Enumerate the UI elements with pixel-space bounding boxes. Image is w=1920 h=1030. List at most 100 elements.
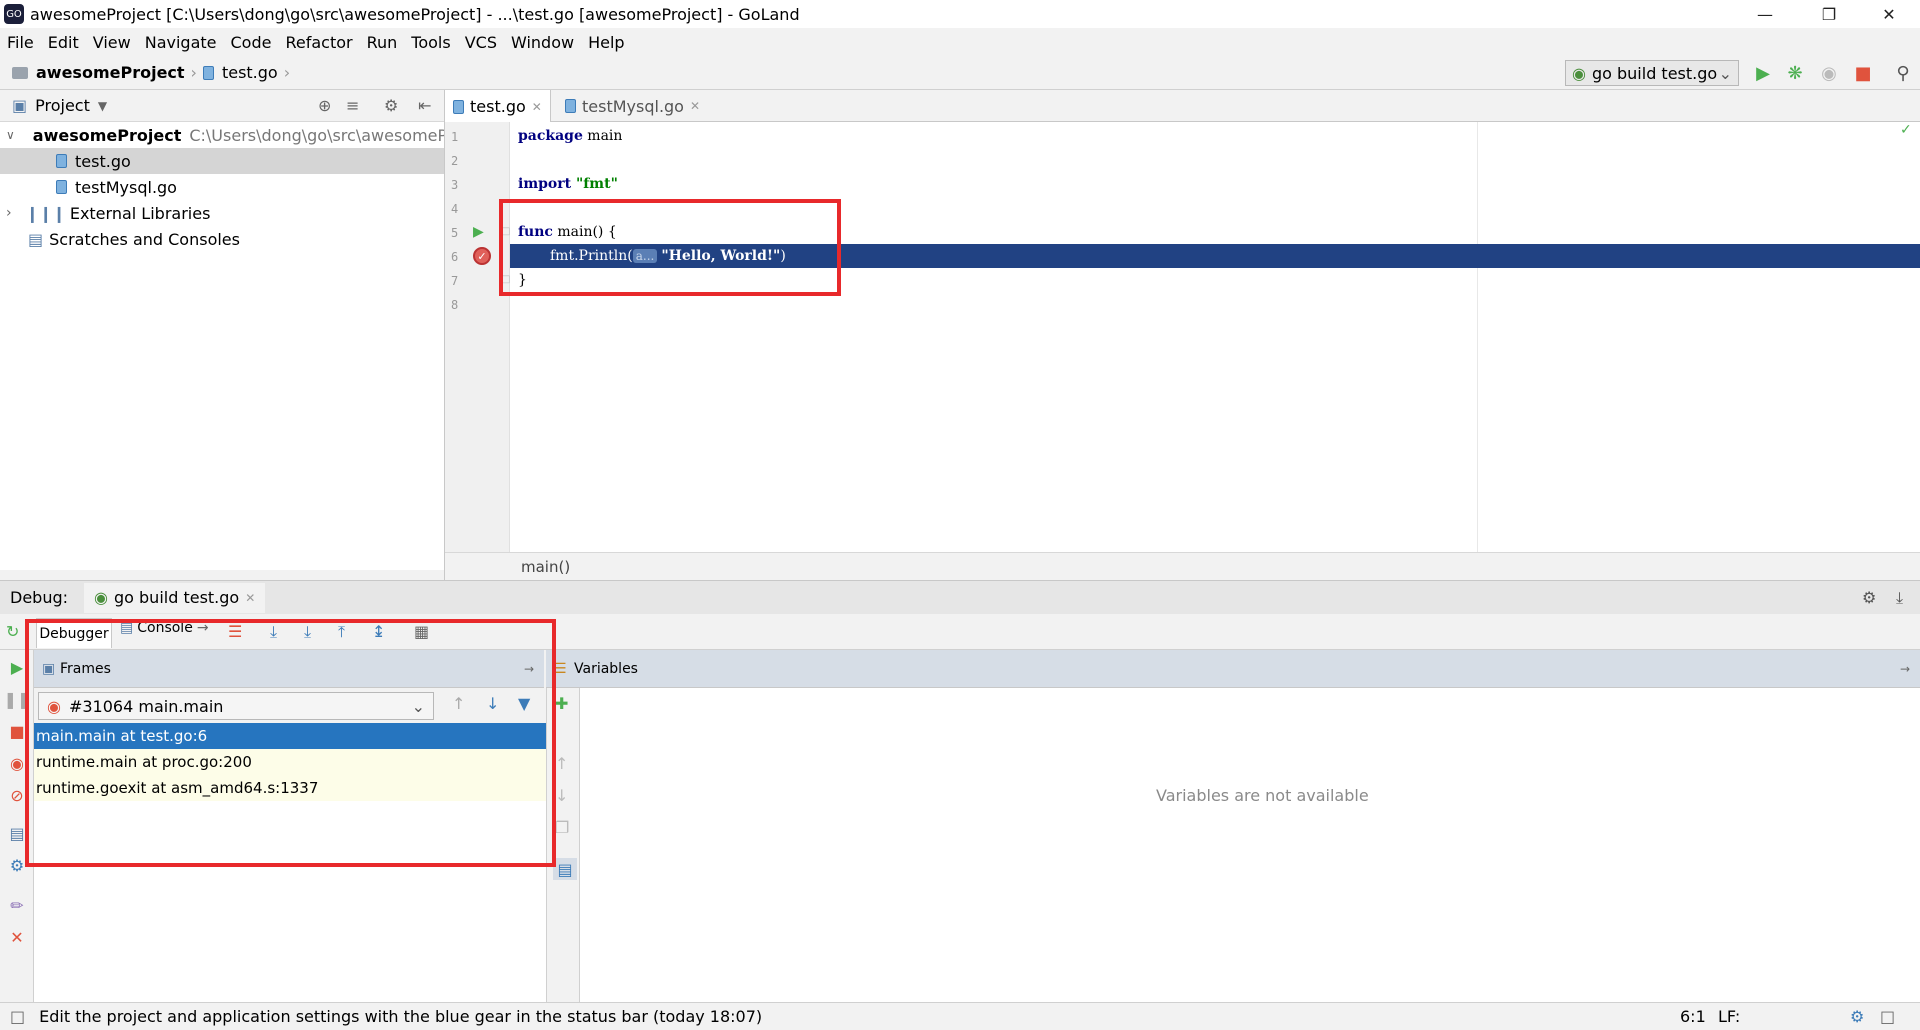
line-number: 8 — [451, 298, 459, 312]
watches-toggle-icon[interactable]: ▤ — [553, 858, 577, 880]
nav-file[interactable]: test.go — [222, 63, 278, 82]
search-icon[interactable]: ⚲ — [1892, 62, 1914, 84]
keyword: package — [518, 128, 583, 144]
nav-separator-icon: › — [190, 63, 197, 82]
tree-external-libraries[interactable]: › ❙❙❙ External Libraries — [0, 200, 444, 226]
debug-session-tab[interactable]: ◉ go build test.go ✕ — [84, 582, 266, 613]
line-separator[interactable]: LF: — [1718, 1007, 1740, 1026]
gear-icon[interactable]: ⚙ — [384, 96, 398, 115]
close-icon[interactable]: ✕ — [532, 100, 542, 114]
chevron-down-icon[interactable]: ▼ — [98, 99, 107, 113]
code-line: package main — [518, 128, 622, 144]
tab-label: testMysql.go — [582, 96, 684, 116]
coverage-icon[interactable]: ◉ — [1818, 62, 1840, 84]
tab-test-go[interactable]: test.go ✕ — [445, 90, 551, 123]
go-file-icon — [565, 99, 576, 113]
copy-icon[interactable]: ❐ — [555, 818, 569, 837]
menu-help[interactable]: Help — [581, 33, 631, 52]
gear-icon[interactable]: ⚙ — [1862, 588, 1876, 607]
menu-file[interactable]: File — [0, 33, 41, 52]
window-title: awesomeProject [C:\Users\dong\go\src\awe… — [30, 4, 800, 24]
menu-refactor[interactable]: Refactor — [278, 33, 359, 52]
move-down-icon[interactable]: ↓ — [555, 786, 568, 805]
project-panel-header: ▣ Project ▼ ⊕ ≡ ⚙ ⇤ — [0, 90, 444, 122]
run-icon[interactable]: ▶ — [1752, 62, 1774, 84]
menu-run[interactable]: Run — [360, 33, 405, 52]
menu-window[interactable]: Window — [504, 33, 581, 52]
menu-view[interactable]: View — [86, 33, 138, 52]
tree-scratches-label: Scratches and Consoles — [49, 229, 240, 249]
close-icon[interactable]: ✕ — [690, 99, 700, 113]
variables-empty-message: Variables are not available — [1156, 786, 1369, 805]
editor-tabs: test.go ✕ testMysql.go ✕ — [445, 90, 1920, 123]
new-watch-icon[interactable]: ✚ — [555, 694, 568, 713]
hide-icon[interactable]: ⇤ — [418, 96, 431, 115]
menu-vcs[interactable]: VCS — [458, 33, 504, 52]
minimize-button[interactable]: — — [1742, 0, 1788, 28]
tree-root[interactable]: ∨ awesomeProject C:\Users\dong\go\src\aw… — [0, 122, 444, 148]
annotation-box-frames — [25, 619, 556, 867]
status-message: Edit the project and application setting… — [39, 1007, 763, 1026]
tab-label: test.go — [470, 97, 526, 116]
go-file-icon — [56, 180, 67, 194]
debug-icon[interactable]: ❋ — [1784, 62, 1806, 84]
caret-position[interactable]: 6:1 — [1680, 1007, 1706, 1026]
tab-testmysql-go[interactable]: testMysql.go ✕ — [557, 90, 708, 122]
close-window-button[interactable]: ✕ — [1866, 0, 1912, 28]
menu-code[interactable]: Code — [224, 33, 279, 52]
code-text: main — [582, 128, 623, 144]
project-tree: ∨ awesomeProject C:\Users\dong\go\src\aw… — [0, 122, 444, 570]
line-number: 3 — [451, 178, 459, 192]
rerun-icon[interactable]: ↻ — [6, 622, 19, 641]
variables-title: Variables — [574, 660, 638, 677]
pin-icon[interactable]: → — [1900, 662, 1910, 676]
tree-file-testmysql[interactable]: testMysql.go — [0, 174, 444, 200]
root-name: awesomeProject — [32, 125, 182, 145]
root-path: C:\Users\dong\go\src\awesomeProj — [189, 125, 444, 145]
chevron-down-icon: ⌄ — [1718, 63, 1732, 83]
scratches-icon: ▤ — [28, 229, 44, 249]
restore-button[interactable]: ❐ — [1806, 0, 1852, 28]
locate-icon[interactable]: ⊕ — [318, 96, 331, 115]
nav-project[interactable]: awesomeProject — [36, 63, 185, 82]
lock-icon[interactable]: □ — [1880, 1007, 1895, 1026]
gear-icon[interactable]: ⚙ — [1850, 1007, 1864, 1026]
line-number: 7 — [451, 274, 459, 288]
tool-windows-icon[interactable]: □ — [10, 1007, 25, 1026]
breakpoint-icon[interactable]: ✓ — [473, 247, 491, 265]
close-icon[interactable]: ✕ — [245, 591, 255, 605]
run-config-label: go build test.go — [1591, 63, 1718, 83]
menu-bar: File Edit View Navigate Code Refactor Ru… — [0, 28, 1920, 56]
run-config-select[interactable]: ◉ go build test.go ⌄ — [1565, 60, 1739, 86]
editor-breadcrumb[interactable]: main() — [445, 552, 1920, 580]
hide-panel-icon[interactable]: ⤓ — [1896, 588, 1903, 608]
close-icon[interactable]: ✕ — [6, 926, 28, 948]
go-file-icon — [202, 65, 214, 80]
menu-tools[interactable]: Tools — [404, 33, 457, 52]
line-number: 2 — [451, 154, 459, 168]
chevron-right-icon[interactable]: › — [6, 205, 12, 221]
go-file-icon — [453, 99, 464, 114]
tree-scratches[interactable]: ▤ Scratches and Consoles — [0, 226, 444, 252]
project-view-label[interactable]: Project — [35, 96, 90, 115]
annotation-box-code — [499, 199, 841, 296]
stop-icon[interactable]: ■ — [1852, 62, 1874, 84]
go-config-icon: ◉ — [1572, 63, 1586, 83]
folder-icon — [12, 66, 28, 79]
check-icon: ✓ — [1900, 122, 1912, 138]
menu-edit[interactable]: Edit — [41, 33, 86, 52]
pin-icon[interactable]: ✏ — [6, 894, 28, 916]
tree-file-label: testMysql.go — [75, 177, 177, 197]
breadcrumb-label: main() — [521, 557, 571, 576]
editor-gutter[interactable]: 1 2 3 4 5 6 7 8 ▶ ✓ □ □ — [445, 122, 510, 552]
tree-file-label: test.go — [75, 151, 131, 171]
chevron-down-icon[interactable]: ∨ — [6, 128, 15, 142]
collapse-icon[interactable]: ≡ — [346, 96, 359, 115]
menu-navigate[interactable]: Navigate — [138, 33, 224, 52]
move-up-icon[interactable]: ↑ — [555, 754, 568, 773]
code-lines[interactable]: package main import "fmt" func main() { … — [510, 122, 1920, 552]
run-gutter-icon[interactable]: ▶ — [473, 224, 484, 240]
variables-body: Variables are not available — [580, 688, 1920, 1002]
code-line: import "fmt" — [518, 176, 618, 192]
tree-file-test[interactable]: test.go — [0, 148, 444, 174]
